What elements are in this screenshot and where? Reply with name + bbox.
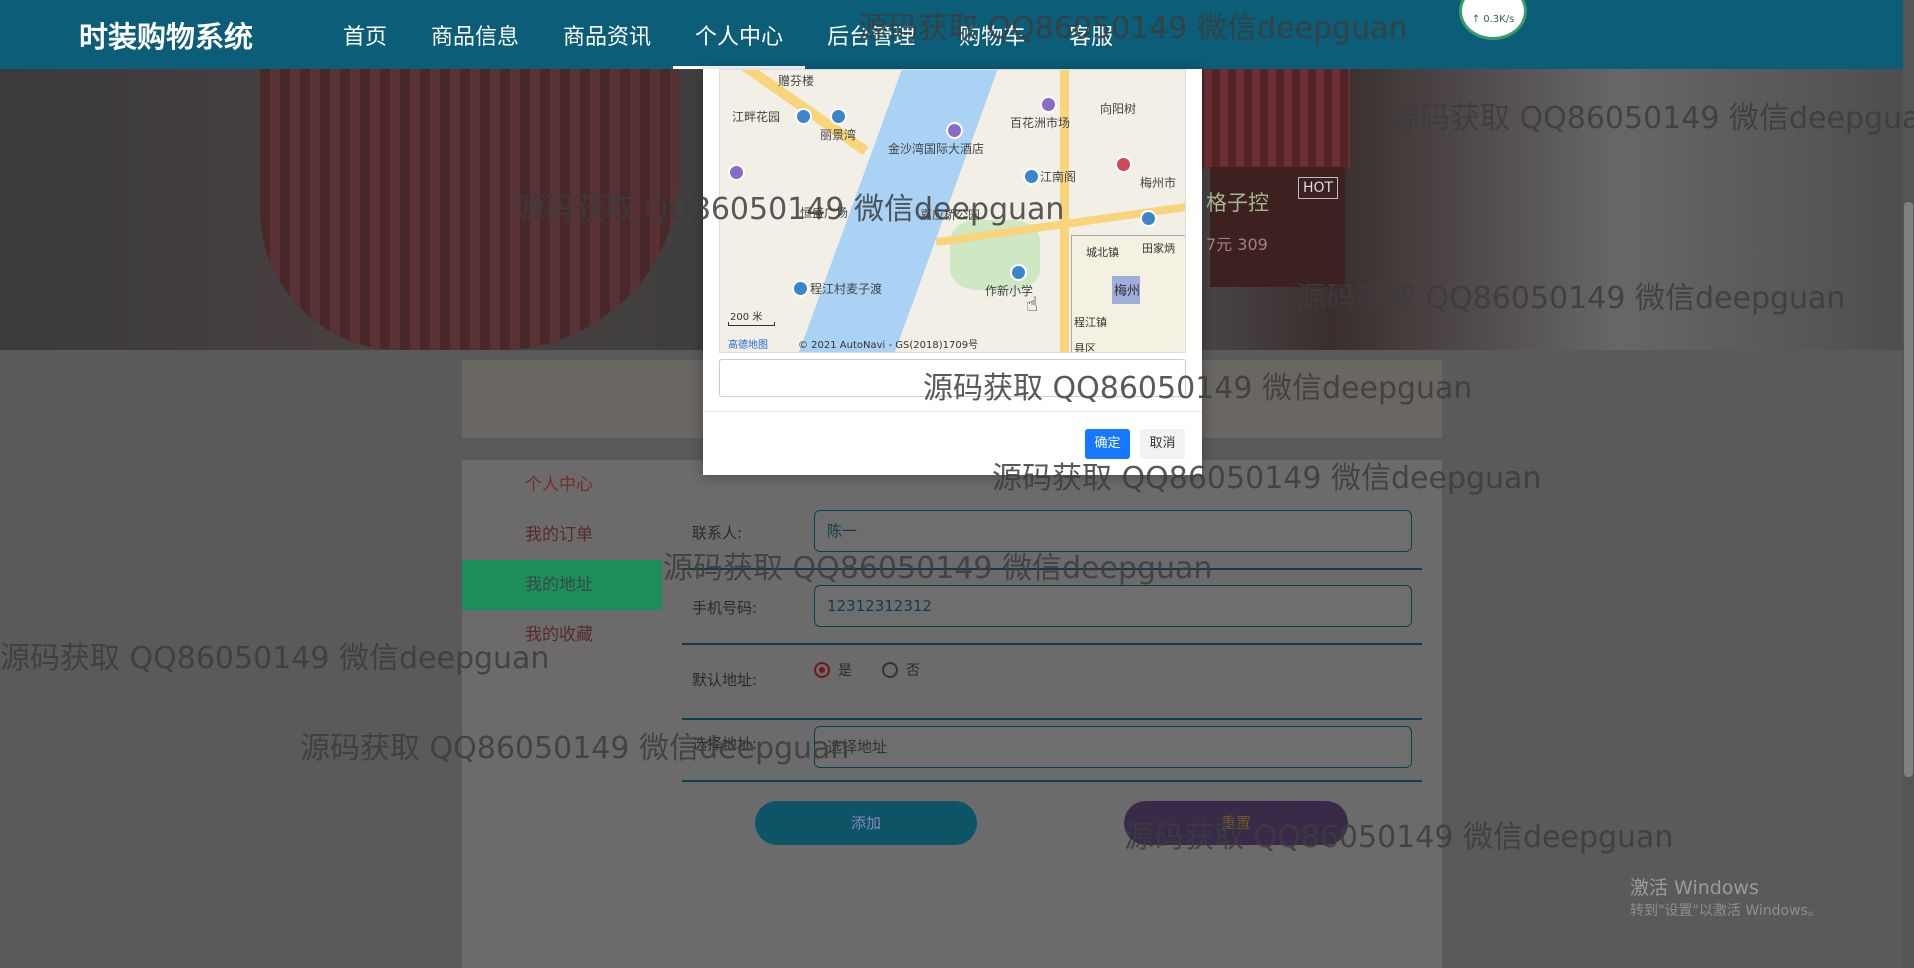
map-overview-inset[interactable]: 城北镇 田家炳 梅州 程江镇 县区 (1071, 235, 1185, 353)
map-label: 百花洲市场 (1010, 116, 1071, 130)
map-label: 金沙湾国际大酒店 (888, 142, 985, 156)
map-poi-icon[interactable] (1010, 264, 1027, 281)
radio-no-indicator[interactable] (882, 662, 898, 678)
map-scale-label: 200 米 (730, 312, 763, 323)
map-poi-icon[interactable] (792, 280, 809, 297)
map-label: 江南阁 (1040, 170, 1077, 184)
address-select-input[interactable]: 选择地址 (814, 726, 1412, 768)
contact-row: 联系人: 陈一 (682, 494, 1422, 570)
add-button[interactable]: 添加 (755, 801, 977, 845)
map-poi-icon[interactable] (1115, 156, 1132, 173)
phone-input[interactable]: 12312312312 (814, 585, 1412, 627)
nav-home[interactable]: 首页 (321, 0, 409, 69)
map-label: 江畔花园 (732, 110, 781, 124)
radio-yes[interactable]: 是 (814, 660, 852, 680)
map-poi-icon[interactable] (728, 164, 745, 181)
nav-products[interactable]: 商品信息 (409, 0, 541, 69)
side-menu: 个人中心 我的订单 我的地址 我的收藏 (462, 460, 662, 660)
main-nav: 首页 商品信息 商品资讯 个人中心 后台管理 购物车 客服 (321, 0, 1135, 69)
network-speed-widget: ↑ 0.3K/s (1459, 0, 1527, 40)
side-item-orders[interactable]: 我的订单 (462, 510, 662, 560)
windows-activation-subtitle: 转到"设置"以激活 Windows。 (1630, 903, 1822, 919)
road-shape (1060, 70, 1069, 352)
map-label: 恒盛广场 (800, 206, 849, 220)
page-scrollbar-thumb[interactable] (1904, 202, 1913, 777)
cancel-button[interactable]: 取消 (1140, 429, 1185, 459)
nav-news[interactable]: 商品资讯 (541, 0, 673, 69)
banner-shirt-image (1180, 69, 1350, 169)
address-row: 选择地址: 选择地址 (682, 707, 1422, 782)
site-brand[interactable]: 时装购物系统 (79, 14, 253, 56)
overview-label: 程江镇 (1074, 316, 1107, 329)
overview-label: 县区 (1074, 342, 1096, 353)
map-poi-icon[interactable] (830, 108, 847, 125)
map-poi-icon[interactable] (1140, 210, 1157, 227)
map-poi-icon[interactable] (1023, 168, 1040, 185)
address-label: 选择地址: (692, 735, 758, 753)
map-scale-bar (728, 322, 775, 326)
overview-label: 田家炳 (1142, 242, 1175, 255)
map-label: 嘉应桥公园 (920, 208, 981, 222)
phone-row: 手机号码: 12312312312 (682, 569, 1422, 645)
radio-yes-label: 是 (838, 663, 852, 679)
map-view[interactable]: 赠芬楼 江畔花园 丽景湾 百花洲市场 向阳树 金沙湾国际大酒店 江南阁 梅州市 … (719, 69, 1186, 353)
map-label: 程江村麦子渡 (810, 282, 883, 296)
nav-admin[interactable]: 后台管理 (805, 0, 937, 69)
windows-activation-title: 激活 Windows (1630, 877, 1759, 899)
map-poi-icon[interactable] (1040, 96, 1057, 113)
map-provider-logo: 高德地图 (728, 340, 768, 351)
banner-model-image (260, 69, 680, 350)
banner-promo-price: 7元 309 (1206, 235, 1268, 254)
nav-cart[interactable]: 购物车 (937, 0, 1047, 69)
modal-footer: 确定 取消 (703, 411, 1202, 476)
side-item-addresses[interactable]: 我的地址 (462, 560, 662, 610)
overview-label: 梅州 (1114, 284, 1141, 299)
hand-cursor-icon: ☝ (1026, 292, 1039, 316)
top-nav-bar: 时装购物系统 首页 商品信息 商品资讯 个人中心 后台管理 购物车 客服 ↑ 0… (0, 0, 1903, 69)
map-copyright: © 2021 AutoNavi - GS(2018)1709号 (798, 340, 979, 351)
radio-yes-indicator[interactable] (814, 662, 830, 678)
reset-button[interactable]: 重置 (1124, 801, 1348, 845)
banner-promo-text: 格子控 (1206, 191, 1269, 215)
hot-badge: HOT (1298, 177, 1339, 199)
contact-label: 联系人: (692, 524, 743, 542)
map-label: 向阳树 (1100, 102, 1137, 116)
contact-input[interactable]: 陈一 (814, 510, 1412, 552)
side-item-favorites[interactable]: 我的收藏 (462, 610, 662, 660)
map-picker-modal: 赠芬楼 江畔花园 丽景湾 百花洲市场 向阳树 金沙湾国际大酒店 江南阁 梅州市 … (703, 69, 1202, 475)
overview-label: 城北镇 (1086, 246, 1119, 259)
phone-label: 手机号码: (692, 599, 758, 617)
network-speed-text: ↑ 0.3K/s (1471, 14, 1515, 25)
nav-personal-center[interactable]: 个人中心 (673, 0, 806, 69)
confirm-button[interactable]: 确定 (1085, 429, 1130, 459)
map-label: 赠芬楼 (778, 74, 815, 88)
map-poi-icon[interactable] (946, 122, 963, 139)
map-poi-icon[interactable] (795, 108, 812, 125)
nav-customer-service[interactable]: 客服 (1047, 0, 1135, 69)
radio-no-label: 否 (906, 663, 920, 679)
default-address-label: 默认地址: (692, 671, 758, 689)
map-address-input[interactable] (719, 359, 1186, 397)
map-label: 丽景湾 (820, 128, 857, 142)
side-item-personal-center[interactable]: 个人中心 (462, 460, 662, 510)
radio-no[interactable]: 否 (882, 660, 920, 680)
map-label: 梅州市 (1140, 176, 1177, 190)
